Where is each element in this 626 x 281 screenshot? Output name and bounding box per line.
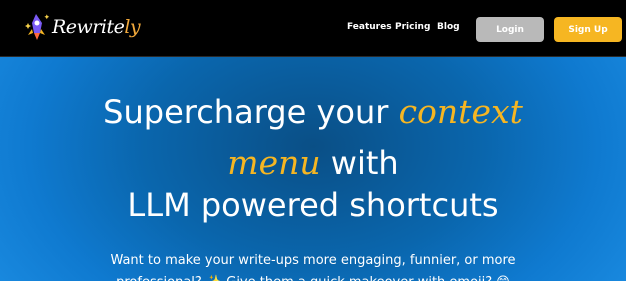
- headline-highlight-menu: menu: [227, 143, 321, 182]
- rocket-logo-icon: [25, 14, 50, 40]
- headline-highlight-context: context: [398, 92, 523, 131]
- hero-subtext-line-1: Want to make your write-ups more engagin…: [110, 253, 516, 268]
- headline-line-3: LLM powered shortcuts: [127, 186, 499, 224]
- hero-subtext: Want to make your write-ups more engagin…: [0, 250, 626, 281]
- headline-line-1: Supercharge your context: [0, 92, 626, 132]
- headline-line-2: menu with: [0, 143, 626, 183]
- hero-section: Supercharge your context menu with LLM p…: [0, 57, 626, 281]
- logo[interactable]: Rewritely: [22, 11, 141, 43]
- nav-link-features[interactable]: Features: [347, 22, 392, 32]
- hero-subtext-line-2: professional? ✨ Give them a quick makeov…: [0, 272, 626, 281]
- nav-link-blog[interactable]: Blog: [437, 22, 460, 32]
- signup-button[interactable]: Sign Up: [554, 17, 622, 42]
- top-navbar: Rewritely Features Pricing Blog Login Si…: [0, 0, 626, 57]
- brand-name: Rewritely: [52, 16, 141, 38]
- headline-plain-with: with: [320, 144, 399, 182]
- headline-plain-text: Supercharge your: [103, 93, 399, 131]
- nav-link-pricing[interactable]: Pricing: [395, 22, 430, 32]
- login-button[interactable]: Login: [476, 17, 544, 42]
